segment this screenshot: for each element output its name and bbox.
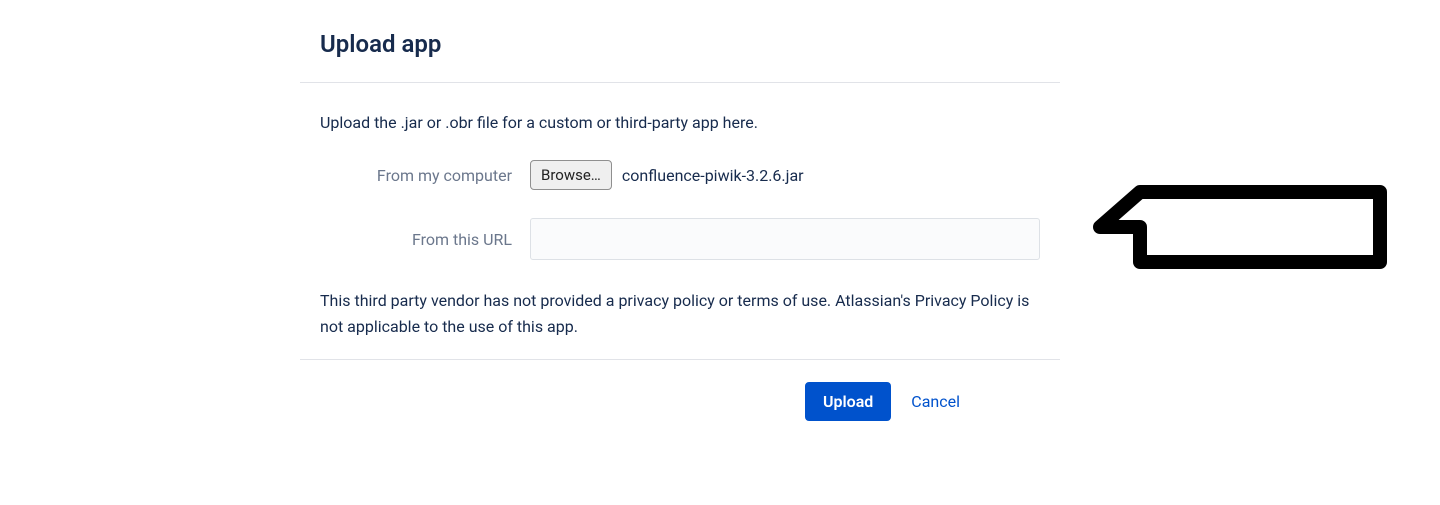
dialog-footer: Upload Cancel [300,366,1060,421]
dialog-title: Upload app [300,30,1060,58]
divider [300,359,1060,360]
upload-app-dialog: Upload app Upload the .jar or .obr file … [300,30,1060,421]
privacy-note: This third party vendor has not provided… [320,288,1040,339]
file-chooser-area: Browse… confluence-piwik-3.2.6.jar [530,160,804,190]
from-url-label: From this URL [320,230,530,249]
browse-button[interactable]: Browse… [530,160,612,190]
upload-button[interactable]: Upload [805,382,891,421]
cancel-button[interactable]: Cancel [911,392,960,411]
instruction-text: Upload the .jar or .obr file for a custo… [320,113,1040,132]
from-computer-label: From my computer [320,166,530,185]
dialog-body: Upload the .jar or .obr file for a custo… [300,83,1060,359]
selected-filename: confluence-piwik-3.2.6.jar [622,166,804,185]
from-computer-row: From my computer Browse… confluence-piwi… [320,160,1040,190]
arrow-left-icon [1090,182,1390,276]
from-url-row: From this URL [320,218,1040,260]
url-input[interactable] [530,218,1040,260]
